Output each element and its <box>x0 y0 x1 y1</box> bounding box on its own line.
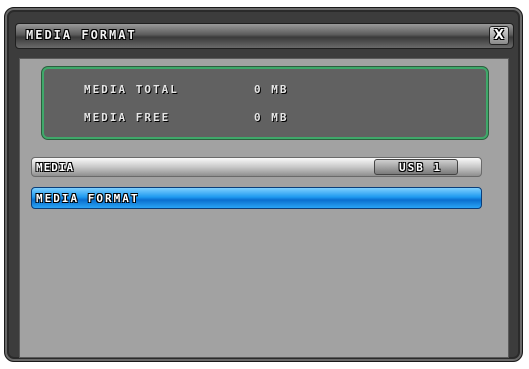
media-row: MEDIA USB 1 <box>31 157 482 177</box>
media-label: MEDIA <box>36 161 75 174</box>
media-free-value: 0 MB <box>254 111 289 124</box>
close-button[interactable]: X <box>489 26 509 45</box>
dialog-title: MEDIA FORMAT <box>26 28 137 42</box>
media-select-value: USB 1 <box>399 161 443 174</box>
media-select[interactable]: USB 1 <box>374 159 458 175</box>
close-icon: X <box>493 28 505 43</box>
media-total-label: MEDIA TOTAL <box>84 83 179 96</box>
dialog-content: MEDIA TOTAL 0 MB MEDIA FREE 0 MB MEDIA U… <box>19 58 509 358</box>
media-format-label: MEDIA FORMAT <box>36 192 140 205</box>
media-free-row: MEDIA FREE 0 MB <box>84 111 464 127</box>
media-free-label: MEDIA FREE <box>84 111 171 124</box>
title-bar: MEDIA FORMAT X <box>15 23 514 49</box>
media-total-value: 0 MB <box>254 83 289 96</box>
media-total-row: MEDIA TOTAL 0 MB <box>84 83 464 99</box>
media-format-button[interactable]: MEDIA FORMAT <box>31 187 482 209</box>
media-format-dialog: MEDIA FORMAT X MEDIA TOTAL 0 MB MEDIA FR… <box>4 7 523 362</box>
media-info-panel: MEDIA TOTAL 0 MB MEDIA FREE 0 MB <box>42 67 488 139</box>
